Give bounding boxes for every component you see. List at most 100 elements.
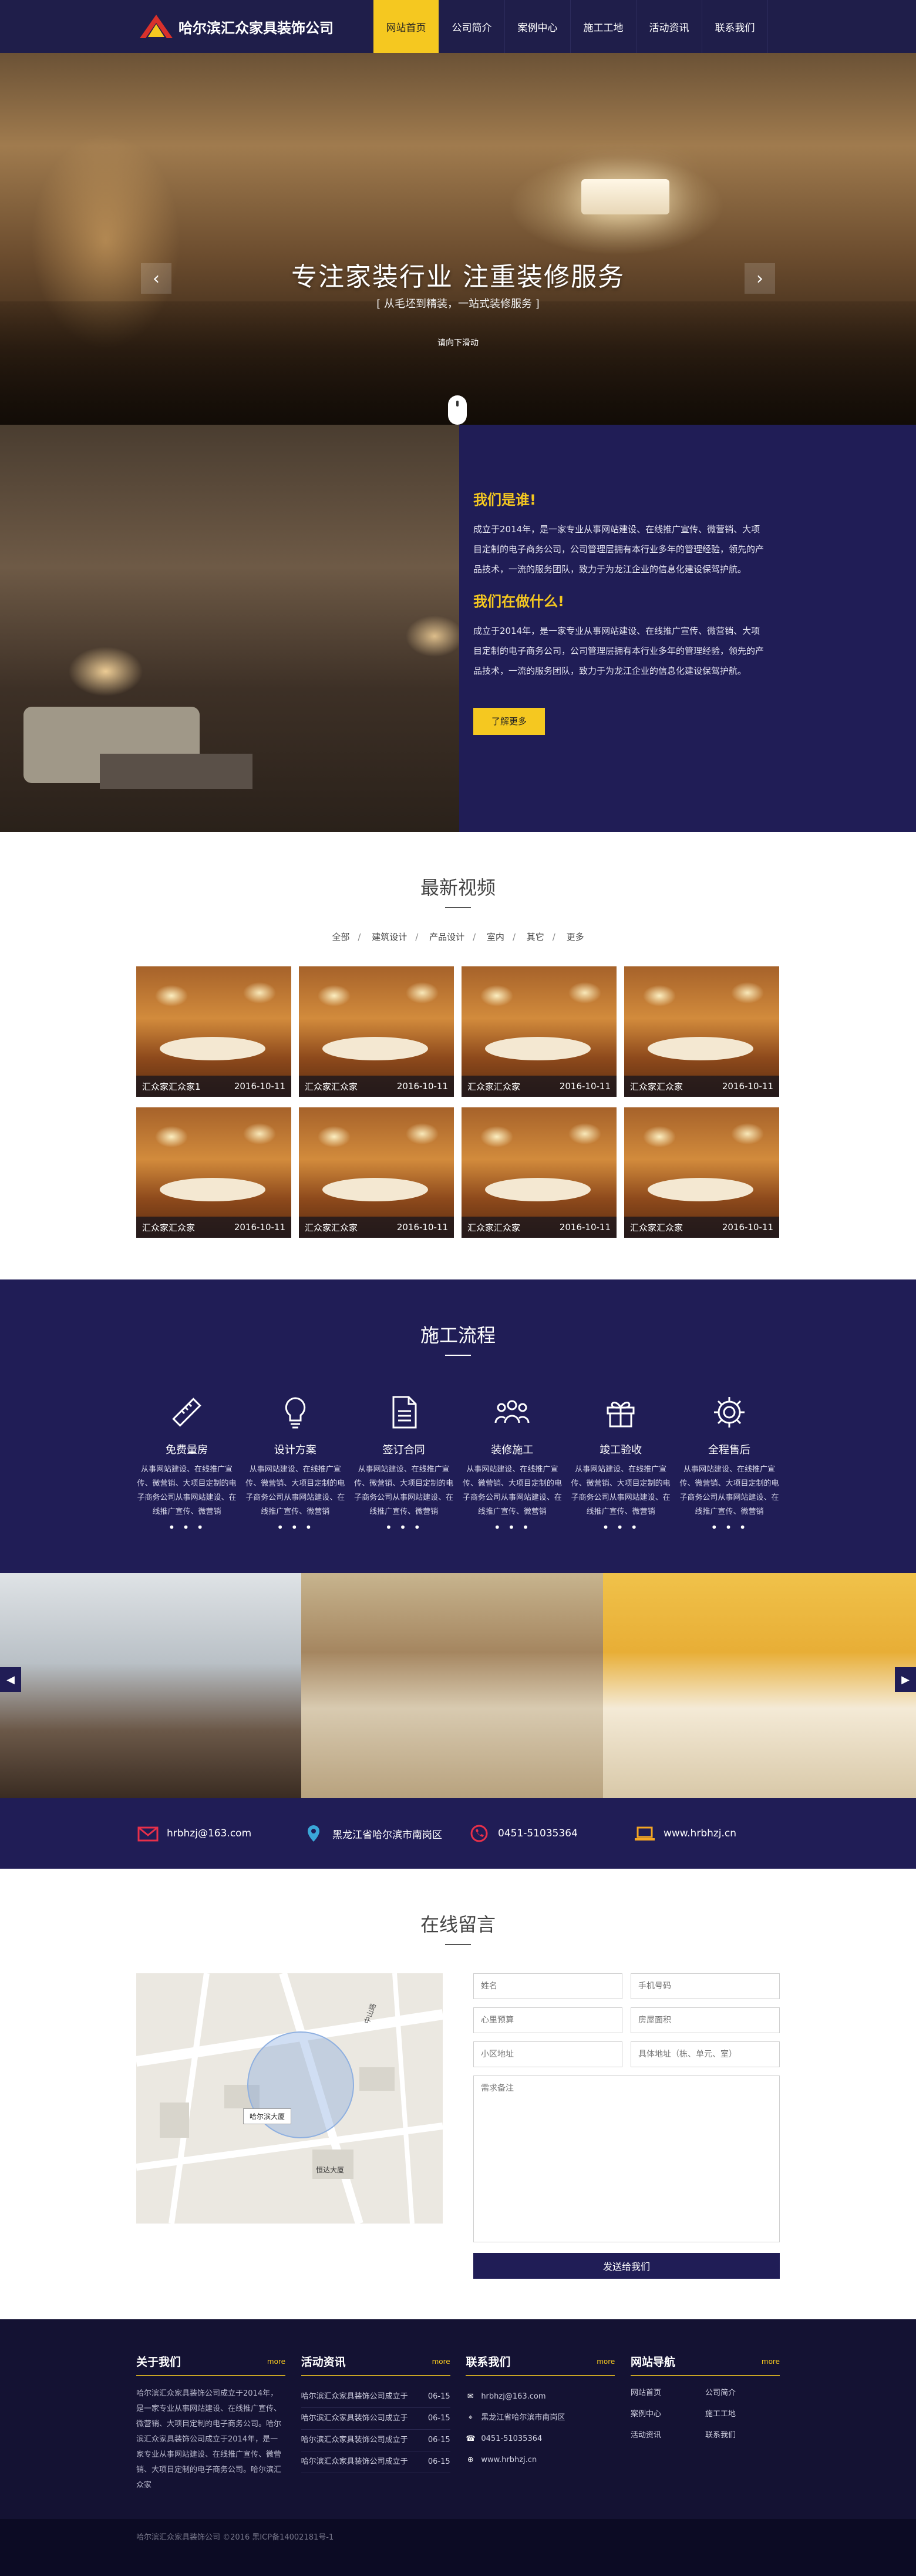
footer-link-news[interactable]: 活动资讯 xyxy=(631,2429,705,2443)
contact-site[interactable]: www.hrbhzj.cn xyxy=(633,1824,780,1843)
learn-more-button[interactable]: 了解更多 xyxy=(473,708,545,735)
video-card[interactable]: 汇众家汇众家 2016-10-11 xyxy=(136,1107,291,1238)
filter-other[interactable]: 其它 xyxy=(527,932,544,942)
filter-separator: / xyxy=(415,932,419,942)
card-image xyxy=(160,1037,265,1060)
budget-input[interactable] xyxy=(473,2007,622,2033)
step-name: 签订合同 xyxy=(382,1444,425,1456)
video-title: 汇众家汇众家 xyxy=(142,1222,196,1233)
footer-about-text: 哈尔滨汇众家具装饰公司成立于2014年，是一家专业从事网站建设、在线推广宣传、微… xyxy=(136,2389,282,2490)
form-row xyxy=(473,1973,780,1999)
footer-more-link[interactable]: more xyxy=(762,2357,780,2366)
card-image xyxy=(160,1178,265,1201)
video-title: 汇众家汇众家1 xyxy=(142,1081,201,1092)
footer-more-link[interactable]: more xyxy=(432,2357,450,2366)
footer-link-home[interactable]: 网站首页 xyxy=(631,2386,705,2400)
submit-button[interactable]: 发送给我们 xyxy=(473,2253,780,2279)
card-image xyxy=(648,1037,753,1060)
step-desc: 从事网站建设、在线推广宣传、微营销、大项目定制的电子商务公司从事网站建设、在线推… xyxy=(462,1465,562,1516)
news-item[interactable]: 哈尔滨汇众家具装饰公司成立于 06-15 xyxy=(301,2408,450,2430)
process-step: 免费量房 从事网站建设、在线推广宣传、微营销、大项目定制的电子商务公司从事网站建… xyxy=(136,1393,237,1534)
more-dots[interactable]: • • • xyxy=(679,1520,780,1534)
footer-link-contact[interactable]: 联系我们 xyxy=(705,2429,780,2443)
copyright-bar: 哈尔滨汇众家具装饰公司 ©2016 黑ICP备14002181号-1 xyxy=(0,2519,916,2576)
footer-more-link[interactable]: more xyxy=(597,2357,615,2366)
footer-columns: 关于我们 more 哈尔滨汇众家具装饰公司成立于2014年，是一家专业从事网站建设… xyxy=(136,2353,780,2493)
video-card[interactable]: 汇众家汇众家 2016-10-11 xyxy=(624,966,779,1097)
step-desc: 从事网站建设、在线推广宣传、微营销、大项目定制的电子商务公司从事网站建设、在线推… xyxy=(245,1465,345,1516)
footer-contact-item: ⌖ 黑龙江省哈尔滨市南岗区 xyxy=(466,2407,615,2429)
video-caption: 汇众家汇众家1 2016-10-11 xyxy=(136,1076,291,1097)
video-card[interactable]: 汇众家汇众家1 2016-10-11 xyxy=(136,966,291,1097)
card-image xyxy=(485,1037,591,1060)
gallery-image-dining[interactable] xyxy=(0,1573,301,1798)
footer-news: 活动资讯 more 哈尔滨汇众家具装饰公司成立于 06-15 哈尔滨汇众家具装饰公司… xyxy=(301,2353,450,2493)
ruler-icon xyxy=(172,1398,201,1427)
video-caption: 汇众家汇众家 2016-10-11 xyxy=(136,1217,291,1238)
copyright-text: 哈尔滨汇众家具装饰公司 ©2016 黑ICP备14002181号-1 xyxy=(136,2533,334,2542)
footer-link-sites[interactable]: 施工工地 xyxy=(705,2407,780,2421)
filter-interior[interactable]: 室内 xyxy=(487,932,504,942)
video-title: 汇众家汇众家 xyxy=(467,1222,521,1233)
nav-cases[interactable]: 案例中心 xyxy=(505,0,571,53)
gallery-prev-arrow[interactable]: ◀ xyxy=(0,1667,21,1692)
community-input[interactable] xyxy=(473,2041,622,2067)
map[interactable]: 哈尔滨大厦 恒达大厦 中山路 xyxy=(136,1973,443,2224)
footer-links: 网站首页 公司简介 案例中心 施工工地 活动资讯 联系我们 xyxy=(631,2386,780,2443)
video-card[interactable]: 汇众家汇众家 2016-10-11 xyxy=(624,1107,779,1238)
more-dots[interactable]: • • • xyxy=(462,1520,563,1534)
video-card[interactable]: 汇众家汇众家 2016-10-11 xyxy=(299,1107,454,1238)
nav-contact[interactable]: 联系我们 xyxy=(702,0,768,53)
news-item[interactable]: 哈尔滨汇众家具装饰公司成立于 06-15 xyxy=(301,2386,450,2408)
filter-separator: / xyxy=(473,932,476,942)
map-label-popup: 哈尔滨大厦 xyxy=(243,2108,292,2124)
contact-site-text: www.hrbhzj.cn xyxy=(664,1828,737,1839)
logo[interactable]: 哈尔滨汇众家具装饰公司 xyxy=(139,12,334,41)
filter-separator: / xyxy=(512,932,516,942)
footer-head: 网站导航 more xyxy=(630,2353,780,2376)
contact-email[interactable]: hrbhzj@163.com xyxy=(136,1824,283,1843)
filter-architecture[interactable]: 建筑设计 xyxy=(372,932,407,942)
news-item[interactable]: 哈尔滨汇众家具装饰公司成立于 06-15 xyxy=(301,2430,450,2451)
news-item[interactable]: 哈尔滨汇众家具装饰公司成立于 06-15 xyxy=(301,2451,450,2473)
detail-address-input[interactable] xyxy=(631,2041,780,2067)
news-date: 06-15 xyxy=(427,2414,450,2423)
nav-news[interactable]: 活动资讯 xyxy=(637,0,702,53)
video-date: 2016-10-11 xyxy=(559,1222,611,1232)
gallery-image-kitchen[interactable] xyxy=(603,1573,916,1798)
news-title: 哈尔滨汇众家具装饰公司成立于 xyxy=(301,2436,408,2444)
video-card[interactable]: 汇众家汇众家 2016-10-11 xyxy=(462,1107,617,1238)
contact-phone[interactable]: 0451-51035364 xyxy=(467,1824,614,1843)
more-dots[interactable]: • • • xyxy=(353,1520,454,1534)
nav-home[interactable]: 网站首页 xyxy=(373,0,439,53)
mouse-scroll-icon[interactable] xyxy=(448,395,467,425)
filter-product[interactable]: 产品设计 xyxy=(429,932,464,942)
more-dots[interactable]: • • • xyxy=(570,1520,671,1534)
main-nav: 网站首页 公司简介 案例中心 施工工地 活动资讯 联系我们 xyxy=(373,0,768,53)
area-input[interactable] xyxy=(631,2007,780,2033)
footer-link-cases[interactable]: 案例中心 xyxy=(631,2407,705,2421)
gallery-image-living[interactable] xyxy=(301,1573,603,1798)
footer-link-about[interactable]: 公司简介 xyxy=(705,2386,780,2400)
name-input[interactable] xyxy=(473,1973,622,1999)
more-dots[interactable]: • • • xyxy=(245,1520,346,1534)
site-header: 哈尔滨汇众家具装饰公司 网站首页 公司简介 案例中心 施工工地 活动资讯 联系我… xyxy=(0,0,916,53)
filter-more[interactable]: 更多 xyxy=(567,932,584,942)
video-card[interactable]: 汇众家汇众家 2016-10-11 xyxy=(299,966,454,1097)
footer-more-link[interactable]: more xyxy=(267,2357,285,2366)
form-row xyxy=(473,2041,780,2067)
nav-about[interactable]: 公司简介 xyxy=(439,0,505,53)
nav-sites[interactable]: 施工工地 xyxy=(571,0,637,53)
laptop-icon xyxy=(635,1826,655,1841)
about-text-who: 成立于2014年，是一家专业从事网站建设、在线推广宣传、微营销、大项目定制的电子… xyxy=(473,524,765,575)
footer-contact: 联系我们 more ✉ hrbhzj@163.com ⌖ 黑龙江省哈尔滨市南岗区 ☎ 0… xyxy=(466,2353,615,2493)
gallery-next-arrow[interactable]: ▶ xyxy=(895,1667,916,1692)
phone-input[interactable] xyxy=(631,1973,780,1999)
video-card[interactable]: 汇众家汇众家 2016-10-11 xyxy=(462,966,617,1097)
title-underline xyxy=(445,1355,471,1356)
filter-separator: / xyxy=(552,932,555,942)
filter-all[interactable]: 全部 xyxy=(332,932,349,942)
more-dots[interactable]: • • • xyxy=(136,1520,237,1534)
news-title: 哈尔滨汇众家具装饰公司成立于 xyxy=(301,2414,408,2423)
notes-textarea[interactable] xyxy=(473,2075,780,2242)
